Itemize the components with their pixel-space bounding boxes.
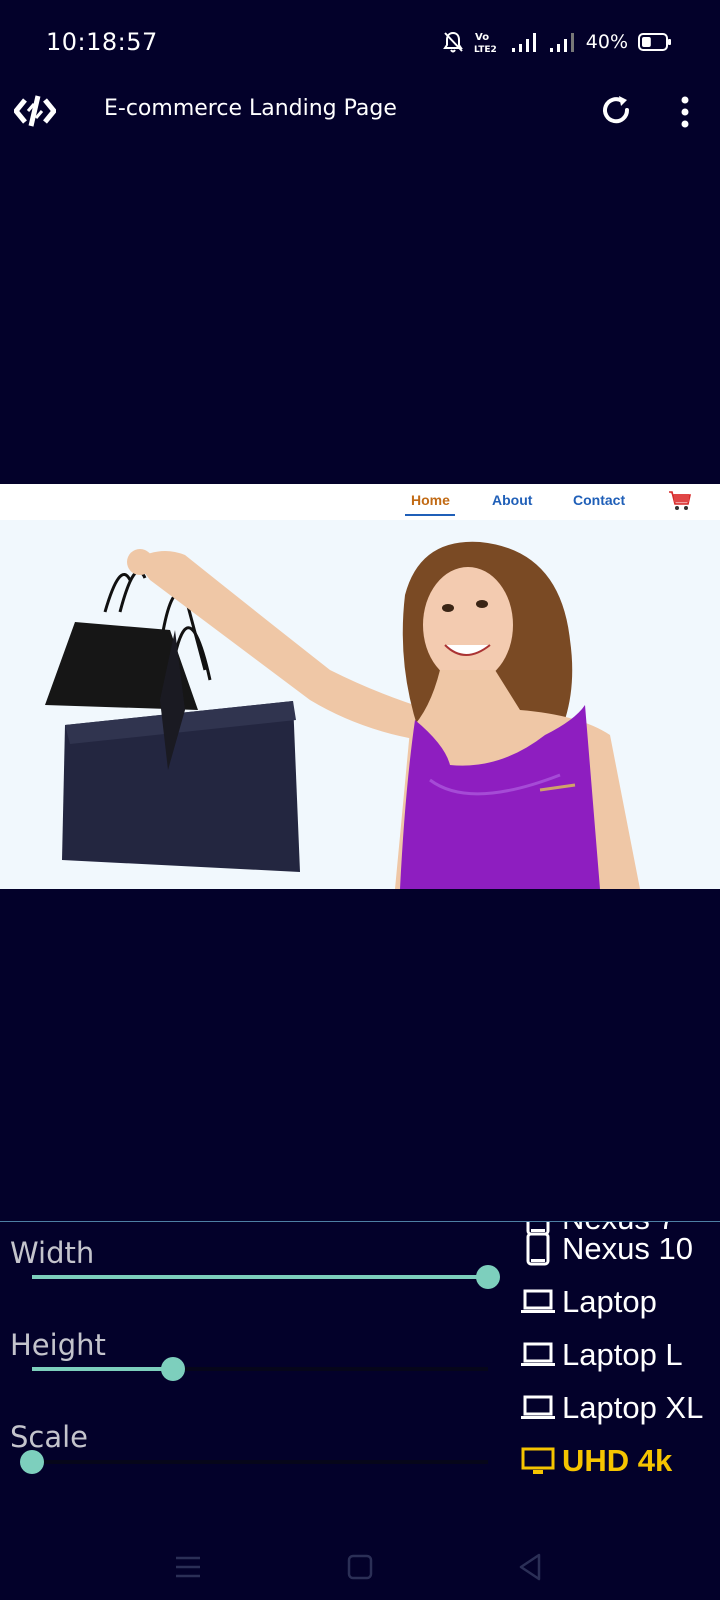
scale-slider[interactable] [20, 1449, 488, 1475]
laptop-icon [520, 1390, 556, 1426]
bell-off-icon [442, 31, 463, 53]
nav-link-contact[interactable]: Contact [573, 492, 625, 508]
home-square-icon[interactable] [343, 1550, 377, 1584]
width-slider[interactable] [32, 1264, 500, 1290]
signal-icon [549, 33, 574, 52]
device-label: Nexus 10 [562, 1231, 693, 1266]
dimension-controls: Width Height Scale [0, 1222, 500, 1522]
device-label: UHD 4k [562, 1443, 673, 1478]
laptop-icon [520, 1284, 556, 1320]
site-preview: Home About Contact [0, 484, 720, 889]
tablet-icon [520, 1231, 556, 1267]
menu-icon[interactable] [171, 1550, 205, 1584]
monitor-icon [520, 1443, 556, 1479]
more-vertical-icon[interactable] [670, 94, 700, 130]
laptop-icon [520, 1337, 556, 1373]
device-label: Laptop XL [562, 1390, 704, 1425]
device-label: Laptop L [562, 1337, 683, 1372]
battery-percent: 40% [585, 31, 628, 53]
slider-fill [32, 1367, 174, 1371]
device-item-laptop[interactable]: Laptop [520, 1277, 657, 1327]
reload-icon[interactable] [598, 92, 634, 128]
device-item-nexus-10[interactable]: Nexus 10 [520, 1224, 693, 1274]
app-title: E-commerce Landing Page [104, 96, 397, 121]
slider-thumb[interactable] [20, 1450, 44, 1474]
nav-link-about[interactable]: About [492, 492, 532, 508]
nav-active-underline [405, 514, 455, 516]
signal-icon [511, 33, 536, 52]
volte-icon: Vo LTE2 [474, 32, 497, 54]
code-logo-icon[interactable] [14, 94, 56, 128]
status-bar: 10:18:57 Vo LTE2 40% [0, 0, 720, 88]
site-nav: Home About Contact [0, 484, 720, 520]
svg-text:Vo: Vo [475, 32, 489, 43]
slider-fill [32, 1275, 488, 1279]
nav-link-home[interactable]: Home [411, 492, 450, 508]
device-label: Laptop [562, 1284, 657, 1319]
device-item-laptop-l[interactable]: Laptop L [520, 1330, 683, 1380]
device-item-laptop-xl[interactable]: Laptop XL [520, 1383, 703, 1433]
back-triangle-icon[interactable] [513, 1550, 547, 1584]
slider-thumb[interactable] [161, 1357, 186, 1381]
slider-track [32, 1460, 488, 1464]
status-time: 10:18:57 [46, 28, 158, 56]
app-bar: E-commerce Landing Page [0, 88, 720, 134]
slider-thumb[interactable] [476, 1265, 500, 1289]
device-item-uhd-4k[interactable]: UHD 4k [520, 1436, 672, 1486]
battery-icon [638, 33, 671, 51]
system-nav-bar [0, 1530, 720, 1600]
height-slider[interactable] [32, 1356, 488, 1382]
device-list: Nexus 7 Nexus 10 Laptop Laptop L Laptop … [500, 1222, 720, 1512]
svg-text:LTE2: LTE2 [474, 45, 497, 54]
status-icons: Vo LTE2 40% [442, 30, 672, 54]
hero-image [0, 520, 720, 889]
shopping-cart-icon[interactable] [668, 490, 692, 512]
